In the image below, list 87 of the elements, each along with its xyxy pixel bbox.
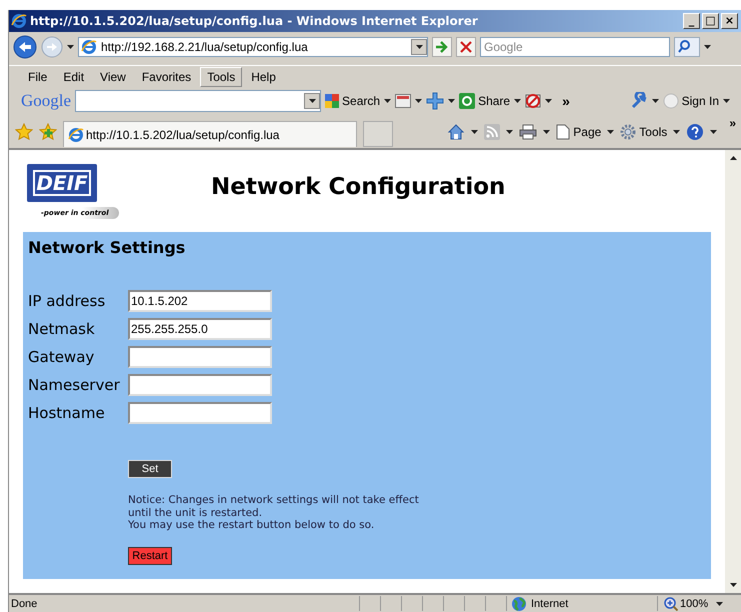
dropdown-button[interactable]	[411, 39, 427, 55]
notice-text: until the unit is restarted.	[128, 506, 264, 519]
menu-item[interactable]: Favorites	[134, 67, 198, 87]
home-icon[interactable]	[447, 122, 466, 140]
caret-icon[interactable]	[673, 130, 680, 134]
g-icon	[325, 94, 340, 108]
help-icon[interactable]	[686, 122, 704, 140]
page-heading: Network Configuration	[211, 174, 506, 200]
caret-icon[interactable]	[723, 98, 730, 102]
minimize-button[interactable]: _	[683, 13, 700, 29]
security-zone: Internet	[506, 596, 657, 611]
back-button-icon[interactable]	[13, 35, 37, 59]
search-button[interactable]: Search	[325, 94, 380, 108]
gear-icon	[620, 124, 636, 140]
field-label: Netmask	[28, 320, 96, 338]
page-icon	[81, 39, 97, 55]
caret-icon[interactable]	[716, 602, 724, 606]
caret-icon[interactable]	[415, 98, 422, 102]
browser-logo-icon	[11, 13, 27, 29]
page-icon	[556, 124, 570, 140]
go-icon[interactable]	[432, 37, 452, 57]
menu-item[interactable]: View	[93, 67, 133, 87]
notice-text: You may use the restart button below to do so.	[128, 519, 376, 532]
globe-icon	[511, 596, 527, 612]
input-field[interactable]: 255.255.255.0	[128, 318, 272, 340]
share-icon	[459, 92, 476, 108]
printer-icon[interactable]	[519, 124, 538, 140]
caret-icon[interactable]	[514, 98, 522, 102]
input-field[interactable]	[128, 374, 272, 396]
scroll-up-icon[interactable]	[730, 156, 737, 160]
maximize-button[interactable]: □	[702, 13, 719, 29]
scrollbar[interactable]	[725, 150, 741, 593]
tools-menu-button[interactable]: Tools	[620, 124, 668, 140]
google-logo: Google	[21, 90, 72, 110]
caret-icon[interactable]	[710, 130, 718, 134]
input-field[interactable]: 10.1.5.202	[128, 290, 272, 312]
search-field[interactable]: Google	[480, 37, 670, 57]
caret-icon	[416, 45, 422, 49]
blocked-window-icon[interactable]	[525, 92, 542, 108]
section-heading: Network Settings	[28, 238, 186, 259]
caret-icon	[308, 98, 316, 102]
scroll-down-icon[interactable]	[730, 583, 737, 587]
logo-badge: DEIF	[27, 164, 97, 202]
notice-text: Notice: Changes in network settings will not take effect	[128, 494, 419, 506]
more-button[interactable]: »	[562, 92, 570, 108]
zoom-icon	[664, 596, 678, 610]
caret-icon[interactable]	[506, 130, 514, 134]
window-icon[interactable]	[395, 94, 412, 108]
caret-icon[interactable]	[384, 98, 392, 102]
menu-item[interactable]: Tools	[200, 67, 242, 87]
field-label: IP address	[28, 292, 106, 310]
menu-item[interactable]: Help	[244, 67, 283, 87]
dropdown-button[interactable]	[304, 92, 320, 108]
caret-icon[interactable]	[67, 45, 74, 49]
status-text: Done	[10, 598, 38, 610]
input-field[interactable]	[128, 402, 272, 424]
menu-item[interactable]: Edit	[56, 67, 92, 87]
caret-icon[interactable]	[607, 130, 614, 134]
circle-icon	[662, 92, 679, 108]
restart-button[interactable]: Restart	[128, 546, 172, 564]
zoom-button[interactable]: 100%	[657, 596, 716, 611]
field-label: Nameserver	[28, 376, 121, 394]
field-label: Hostname	[28, 404, 106, 422]
page-icon	[68, 126, 84, 142]
more-button[interactable]: »	[729, 116, 736, 130]
menu-item[interactable]: File	[21, 67, 54, 87]
set-button[interactable]: Set	[128, 460, 172, 478]
share-button[interactable]: Share	[459, 92, 510, 108]
close-button[interactable]: ×	[721, 13, 738, 29]
input-field[interactable]	[128, 346, 272, 368]
window-title: http://10.1.5.202/lua/setup/config.lua - Windows Internet Explorer	[30, 14, 479, 28]
stop-icon[interactable]	[456, 37, 476, 57]
caret-icon[interactable]	[471, 130, 478, 134]
toolbar-search-field[interactable]	[75, 90, 322, 112]
caret-icon[interactable]	[652, 98, 659, 102]
page-menu-button[interactable]: Page	[556, 124, 602, 140]
plus-icon[interactable]	[426, 92, 444, 110]
caret-icon[interactable]	[704, 45, 711, 49]
sign-in-button[interactable]: Sign In	[662, 92, 719, 108]
caret-icon[interactable]	[545, 98, 552, 102]
field-label: Gateway	[28, 348, 96, 366]
caret-icon[interactable]	[448, 98, 456, 102]
star-icon[interactable]	[15, 122, 33, 140]
search-icon[interactable]	[674, 37, 700, 57]
browser-tab[interactable]: http://10.1.5.202/lua/setup/config.lua	[63, 121, 357, 147]
caret-icon[interactable]	[543, 130, 550, 134]
address-field[interactable]: http://192.168.2.21/lua/setup/config.lua	[78, 37, 428, 57]
